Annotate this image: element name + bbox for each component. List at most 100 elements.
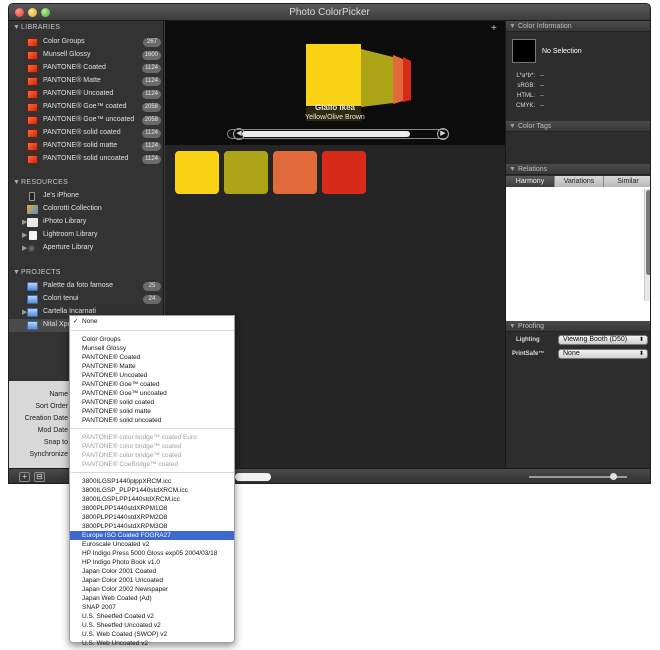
tab-variations[interactable]: Variations — [555, 176, 604, 187]
resource-item[interactable]: Je's iPhone — [9, 190, 164, 203]
profile-dropdown-menu: ✓ None Color Groups Munsell Glossy PANTONE® … — [69, 315, 235, 647]
library-item[interactable]: PANTONE® Uncoated 1124 — [9, 88, 164, 101]
menu-item[interactable]: PANTONE® Goe™ uncoated — [70, 389, 234, 398]
menu-item[interactable]: PANTONE® solid uncoated — [70, 416, 234, 425]
selected-color-swatch[interactable] — [306, 44, 361, 106]
next-arrow-icon[interactable]: ▶ — [437, 128, 449, 140]
count-badge: 267 — [143, 38, 161, 47]
menu-item[interactable]: Euroscale Uncoated v2 — [70, 540, 234, 549]
menu-item[interactable]: HP Indigo Press 5000 Gloss exp05 2004/03… — [70, 549, 234, 558]
resource-item[interactable]: ▶ iPhoto Library — [9, 216, 164, 229]
menu-item[interactable]: Color Groups — [70, 335, 234, 344]
menu-item[interactable]: PANTONE® Uncoated — [70, 371, 234, 380]
libraries-header[interactable]: ▼LIBRARIES — [9, 24, 164, 36]
menu-item[interactable]: U.S. Sheetfed Coated v2 — [70, 612, 234, 621]
disclosure-open-icon: ▼ — [509, 166, 516, 173]
harmony-scrollbar[interactable] — [644, 189, 650, 301]
scrollbar-thumb[interactable] — [242, 131, 410, 137]
menu-item[interactable]: 3800PLPP1440stdXRPM3O8 — [70, 522, 234, 531]
project-item[interactable]: Palette da foto famose 25 — [9, 280, 164, 293]
menu-item[interactable]: Japan Color 2002 Newspaper — [70, 585, 234, 594]
disclosure-open-icon: ▼ — [509, 123, 516, 130]
library-item[interactable]: Munsell Glossy 1600 — [9, 49, 164, 62]
menu-item[interactable]: PANTONE® Goe™ coated — [70, 380, 234, 389]
carousel-swatch-orange[interactable] — [393, 55, 403, 104]
resource-item[interactable]: ▶ Aperture Library — [9, 242, 164, 255]
menu-item[interactable]: SNAP 2007 — [70, 603, 234, 612]
color-swatch[interactable] — [175, 151, 219, 194]
tab-harmony[interactable]: Harmony — [506, 176, 555, 187]
count-badge: 2058 — [141, 103, 161, 112]
menu-item[interactable]: U.S. Web Coated (SWOP) v2 — [70, 630, 234, 639]
resource-item-label: Colorotti Collection — [43, 205, 102, 212]
add-button[interactable]: + — [19, 472, 30, 482]
printsafe-popup[interactable]: None ⬍ — [558, 349, 648, 359]
tab-similar[interactable]: Similar — [604, 176, 650, 187]
library-item[interactable]: PANTONE® Matte 1124 — [9, 75, 164, 88]
color-swatch[interactable] — [224, 151, 268, 194]
popup-arrows-icon: ⬍ — [638, 351, 644, 357]
menu-item[interactable]: PANTONE® Coated — [70, 353, 234, 362]
color-family: Yellow/Olive Brown — [305, 114, 365, 121]
library-item[interactable]: Color Groups 267 — [9, 36, 164, 49]
library-icon — [27, 155, 38, 164]
resource-item-label: Aperture Library — [43, 244, 94, 251]
checkmark-icon: ✓ — [73, 318, 79, 325]
carousel-swatch-red[interactable] — [403, 57, 411, 102]
color-tags-header[interactable]: ▼ Color Tags — [506, 121, 650, 132]
color-value: -- — [540, 83, 544, 89]
title-bar: Photo ColorPicker — [9, 4, 650, 21]
resource-item-label: iPhoto Library — [43, 218, 87, 225]
count-badge: 24 — [143, 295, 161, 304]
carousel-swatch-olive[interactable] — [361, 49, 393, 107]
library-item[interactable]: PANTONE® solid coated 1124 — [9, 127, 164, 140]
color-swatch[interactable] — [273, 151, 317, 194]
color-information-header[interactable]: ▼ Color Information — [506, 21, 650, 32]
library-item[interactable]: PANTONE® Goe™ uncoated 2058 — [9, 114, 164, 127]
resource-item-label: Je's iPhone — [43, 192, 79, 199]
library-icon — [27, 38, 38, 47]
menu-item[interactable]: HP Indigo Photo Book v1.0 — [70, 558, 234, 567]
resource-item[interactable]: Colorotti Collection — [9, 203, 164, 216]
color-swatch[interactable] — [322, 151, 366, 194]
no-selection-label: No Selection — [542, 48, 582, 55]
menu-item[interactable]: PANTONE® solid coated — [70, 398, 234, 407]
menu-item[interactable]: Europe ISO Coated FOGRA27 — [70, 531, 234, 540]
menu-item[interactable]: 3800ILGSPLPP1440stdXRCM.icc — [70, 495, 234, 504]
disclosure-closed-icon[interactable]: ▶ — [22, 231, 27, 239]
menu-item[interactable]: Japan Color 2001 Uncoated — [70, 576, 234, 585]
zoom-slider-knob[interactable] — [610, 473, 617, 480]
menu-item[interactable]: 3800ILGSP1440plppXRCM.icc — [70, 477, 234, 486]
add-icon[interactable]: + — [491, 23, 497, 34]
menu-separator — [71, 472, 234, 473]
project-item-label: Palette da foto famose — [43, 282, 114, 289]
project-item[interactable]: Colori tenui 24 — [9, 293, 164, 306]
library-item[interactable]: PANTONE® solid matte 1124 — [9, 140, 164, 153]
search-field[interactable] — [235, 473, 271, 481]
menu-item[interactable]: Munsell Glossy — [70, 344, 234, 353]
library-item[interactable]: PANTONE® solid uncoated 1124 — [9, 153, 164, 166]
resource-item[interactable]: ▶ Lightroom Library — [9, 229, 164, 242]
library-item[interactable]: PANTONE® Coated 1124 — [9, 62, 164, 75]
lighting-popup[interactable]: Viewing Booth (D50) ⬍ — [558, 335, 648, 345]
carousel-scrollbar[interactable] — [227, 129, 449, 139]
inspector-panel: ▼ Color Information No Selection L*a*b*: -… — [505, 21, 650, 468]
relations-header[interactable]: ▼ Relations — [506, 164, 650, 175]
menu-item[interactable]: Japan Web Coated (Ad) — [70, 594, 234, 603]
count-badge: 1124 — [142, 64, 161, 73]
menu-item[interactable]: PANTONE® solid matte — [70, 407, 234, 416]
menu-item[interactable]: U.S. Web Uncoated v2 — [70, 639, 234, 648]
menu-item[interactable]: 3800PLPP1440stdXRPM1O8 — [70, 504, 234, 513]
menu-item-none[interactable]: ✓ None — [70, 317, 234, 326]
menu-item[interactable]: U.S. Sheetfed Uncoated v2 — [70, 621, 234, 630]
library-item[interactable]: PANTONE® Goe™ coated 2058 — [9, 101, 164, 114]
proofing-header[interactable]: ▼ Proofing — [506, 321, 650, 332]
action-button[interactable]: ⊟ — [34, 472, 45, 482]
info-field-label: Creation Date — [24, 415, 68, 422]
library-icon — [27, 64, 38, 73]
menu-item[interactable]: Japan Color 2001 Coated — [70, 567, 234, 576]
menu-item[interactable]: PANTONE® Matte — [70, 362, 234, 371]
scrollbar-thumb[interactable] — [646, 190, 650, 275]
menu-item[interactable]: 3800PLPP1440stdXRPM2O8 — [70, 513, 234, 522]
menu-item[interactable]: 3800ILGSP_PLPP1440stdXRCM.icc — [70, 486, 234, 495]
